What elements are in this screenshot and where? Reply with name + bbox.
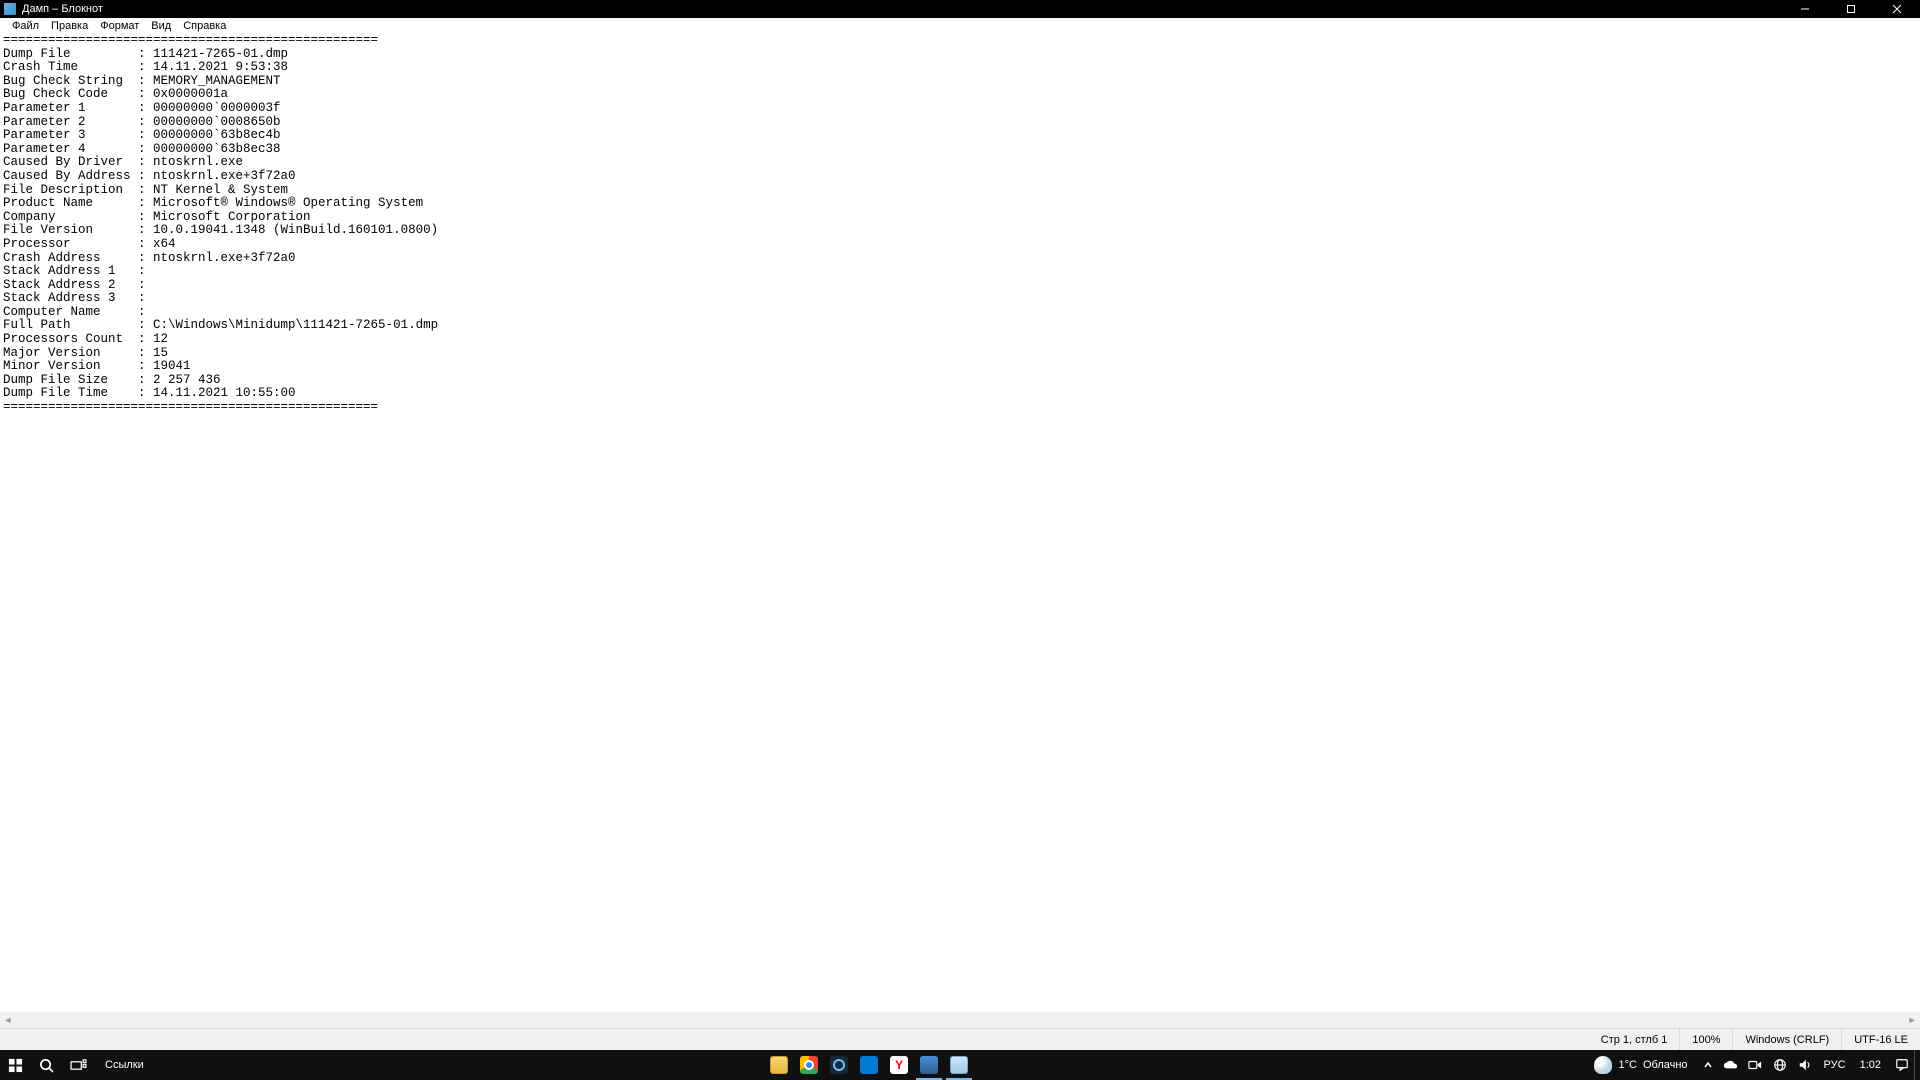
task-view-button[interactable]	[62, 1050, 95, 1080]
weather-icon	[1594, 1056, 1612, 1074]
tray-clock[interactable]: 1:02	[1852, 1050, 1889, 1080]
windows-taskbar: Ссылки Y 1°C Облачно РУС 1:02	[0, 1050, 1920, 1080]
tray-onedrive-icon[interactable]	[1718, 1050, 1743, 1080]
status-position: Стр 1, стлб 1	[1589, 1029, 1680, 1050]
text-editor[interactable]: ========================================…	[0, 34, 1920, 1012]
scroll-left-icon[interactable]: ◄	[0, 1012, 16, 1028]
links-toolbar[interactable]: Ссылки	[95, 1050, 154, 1080]
taskbar-app-running1[interactable]	[914, 1050, 944, 1080]
status-lineending: Windows (CRLF)	[1732, 1029, 1841, 1050]
tray-network-icon[interactable]	[1768, 1050, 1793, 1080]
taskbar-apps: Y	[154, 1050, 1585, 1080]
menu-file[interactable]: Файл	[6, 20, 45, 32]
tray-meet-now-icon[interactable]	[1743, 1050, 1768, 1080]
editor-area: ========================================…	[0, 34, 1920, 1050]
taskbar-app-notepad[interactable]	[944, 1050, 974, 1080]
horizontal-scrollbar[interactable]: ◄ ►	[0, 1012, 1920, 1028]
taskbar-tray: 1°C Облачно РУС 1:02	[1584, 1050, 1920, 1080]
maximize-button[interactable]	[1828, 0, 1874, 18]
window-titlebar: Дамп – Блокнот	[0, 0, 1920, 18]
menu-help[interactable]: Справка	[177, 20, 232, 32]
taskbar-app-explorer[interactable]	[764, 1050, 794, 1080]
weather-widget[interactable]: 1°C Облачно	[1584, 1050, 1697, 1080]
window-controls	[1782, 0, 1920, 18]
scroll-right-icon[interactable]: ►	[1904, 1012, 1920, 1028]
status-encoding: UTF-16 LE	[1841, 1029, 1920, 1050]
taskbar-left: Ссылки	[0, 1050, 154, 1080]
window-title: Дамп – Блокнот	[22, 3, 1782, 15]
notepad-icon	[4, 3, 16, 15]
weather-cond: Облачно	[1643, 1059, 1688, 1071]
taskbar-app-steam[interactable]	[824, 1050, 854, 1080]
notepad-statusbar: Стр 1, стлб 1 100% Windows (CRLF) UTF-16…	[0, 1028, 1920, 1050]
tray-volume-icon[interactable]	[1793, 1050, 1818, 1080]
search-button[interactable]	[31, 1050, 62, 1080]
menu-edit[interactable]: Правка	[45, 20, 94, 32]
close-button[interactable]	[1874, 0, 1920, 18]
taskbar-app-yandex[interactable]: Y	[884, 1050, 914, 1080]
show-desktop-button[interactable]	[1914, 1050, 1920, 1080]
status-zoom: 100%	[1679, 1029, 1732, 1050]
menu-bar: Файл Правка Формат Вид Справка	[0, 18, 1920, 34]
tray-notifications-icon[interactable]	[1889, 1050, 1914, 1080]
tray-overflow-button[interactable]	[1698, 1050, 1718, 1080]
minimize-button[interactable]	[1782, 0, 1828, 18]
taskbar-app-chrome[interactable]	[794, 1050, 824, 1080]
menu-format[interactable]: Формат	[94, 20, 145, 32]
start-button[interactable]	[0, 1050, 31, 1080]
weather-temp: 1°C	[1618, 1059, 1636, 1071]
tray-language[interactable]: РУС	[1818, 1050, 1852, 1080]
menu-view[interactable]: Вид	[145, 20, 177, 32]
taskbar-app-media[interactable]	[854, 1050, 884, 1080]
